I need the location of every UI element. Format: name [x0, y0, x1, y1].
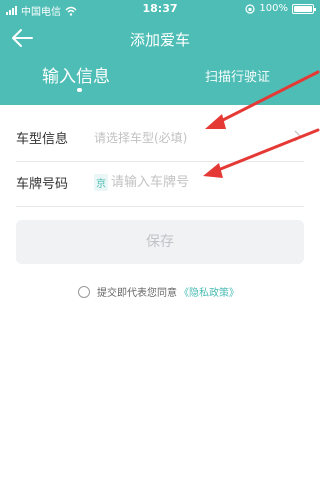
car-type-select[interactable]: 请选择车型(必填) — [94, 129, 187, 146]
orientation-lock-icon — [245, 3, 256, 14]
status-right: 100% — [245, 3, 316, 14]
plate-row: 车牌号码 京 — [16, 157, 304, 207]
battery-percent: 100% — [259, 3, 288, 14]
save-button[interactable]: 保存 — [16, 220, 304, 264]
agreement-text: 提交即代表您同意 — [97, 288, 177, 299]
plate-input[interactable] — [111, 171, 291, 193]
plate-label: 车牌号码 — [16, 177, 69, 192]
tab-input-info[interactable]: 输入信息 — [42, 62, 110, 87]
battery-icon — [292, 3, 316, 14]
car-type-label: 车型信息 — [16, 132, 69, 147]
province-prefix-button[interactable]: 京 — [94, 174, 108, 191]
privacy-policy-link[interactable]: 《隐私政策》 — [179, 284, 239, 299]
status-bar: 中国电信 18:37 100% — [0, 0, 320, 20]
tab-scan-license[interactable]: 扫描行驶证 — [205, 66, 270, 85]
header-bar: 中国电信 18:37 100% 添加爱车 输入信息 扫描行驶证 — [0, 0, 320, 105]
nav-row: 添加爱车 — [0, 24, 320, 52]
agreement-row: 提交即代表您同意 《隐私政策》 — [78, 284, 239, 299]
agree-checkbox[interactable] — [78, 285, 90, 298]
car-type-row[interactable]: 车型信息 请选择车型(必填) — [16, 112, 304, 162]
active-tab-indicator — [77, 88, 82, 92]
page-title: 添加爱车 — [129, 31, 190, 49]
chevron-right-icon — [294, 130, 301, 142]
